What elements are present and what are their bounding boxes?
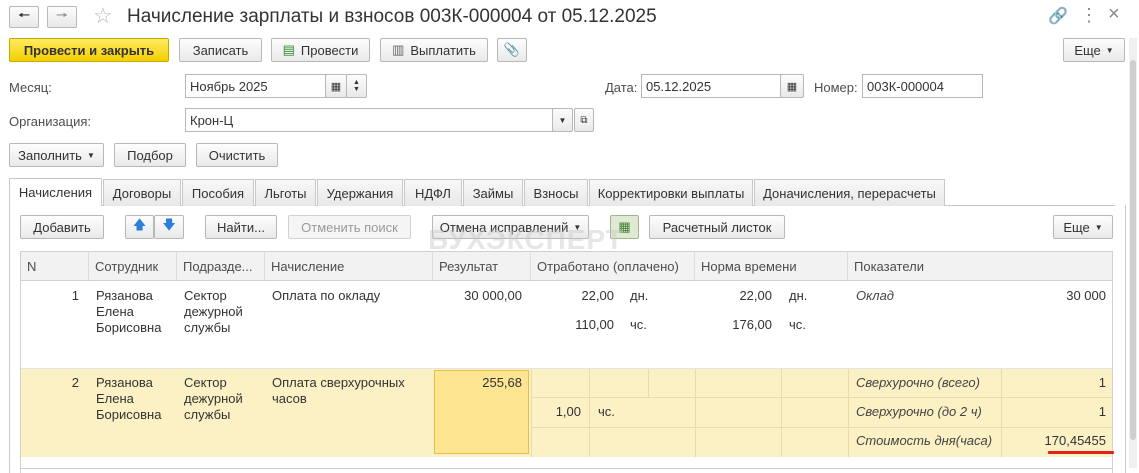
organization-dropdown-button[interactable]: ▼ [552,108,573,132]
tab-ndfl[interactable]: НДФЛ [404,179,462,206]
window-title: Начисление зарплаты и взносов 003К-00000… [127,6,657,27]
more-button[interactable]: Еще ▼ [1063,38,1125,62]
number-field[interactable]: 003К-000004 [862,74,983,98]
tab-accruals[interactable]: Начисления [9,178,102,206]
norm-days-unit: дн. [789,288,808,303]
result-value: 255,68 [482,375,522,390]
indicator-name: Стоимость дня(часа) [856,433,993,448]
select-button[interactable]: Подбор [114,143,186,167]
save-button[interactable]: Записать [179,38,262,62]
month-stepper[interactable]: ▲ ▼ [346,74,367,98]
payslip-button[interactable]: Расчетный листок [649,215,785,239]
favorite-star-icon[interactable]: ☆ [93,3,113,29]
date-calendar-button[interactable]: ▦ [780,74,804,98]
tab-contributions[interactable]: Взносы [524,179,588,206]
arrow-up-icon: 🡅 [132,217,147,232]
month-calendar-button[interactable]: ▦ [325,74,347,98]
date-label: Дата: [605,80,638,95]
worked-hours-unit: чс. [598,404,615,419]
indicator-value: 30 000 [1066,288,1106,303]
worked-days: 22,00 [581,288,614,303]
tab-payment-corrections[interactable]: Корректировки выплаты [589,179,753,206]
worked-days-unit: дн. [630,288,649,303]
number-label: Номер: [814,80,858,95]
col-employee[interactable]: Сотрудник [89,251,177,281]
post-and-close-button[interactable]: Провести и закрыть [9,38,169,62]
document-icon: ▥ [392,42,405,57]
department: Сектор дежурной службы [184,375,243,422]
tab-privileges[interactable]: Льготы [255,179,316,206]
highlight-underline [1048,451,1114,454]
tab-deductions[interactable]: Удержания [317,179,403,206]
employee-name: Рязанова Елена Борисовна [96,375,162,422]
result-value: 30 000,00 [464,288,522,303]
row-number: 1 [71,288,79,303]
col-norm[interactable]: Норма времени [695,251,848,281]
indicator-value: 1 [1098,404,1106,419]
indicator-name: Оклад [856,288,894,303]
table-more-button[interactable]: Еще ▼ [1053,215,1113,239]
date-field[interactable]: 05.12.2025 [641,74,781,98]
indicator-name: Сверхурочно (до 2 ч) [856,404,982,419]
col-accrual[interactable]: Начисление [265,251,433,281]
organization-label: Организация: [9,114,92,129]
move-down-button[interactable]: 🡇 [154,215,184,239]
pay-button[interactable]: ▥ Выплатить [380,38,488,62]
scrollbar[interactable] [1129,38,1137,468]
indicator-name: Сверхурочно (всего) [856,375,980,390]
worked-hours-unit: чс. [630,317,647,332]
indicator-value: 170,45455 [1044,433,1106,448]
fill-button[interactable]: Заполнить ▼ [9,143,104,167]
organization-field[interactable]: Крон-Ц [185,108,553,132]
col-n[interactable]: N [21,251,89,281]
tab-additional-accruals[interactable]: Доначисления, перерасчеты [754,179,945,206]
chevron-down-icon: ▼ [86,150,95,160]
cancel-search-button[interactable]: Отменить поиск [288,215,411,239]
back-button[interactable]: 🠔 [9,6,39,28]
month-field[interactable]: Ноябрь 2025 [185,74,326,98]
norm-hours-unit: чс. [789,317,806,332]
col-worked[interactable]: Отработано (оплачено) [531,251,695,281]
link-icon[interactable]: 🔗 [1048,6,1068,26]
chevron-down-icon: ▼ [1094,222,1103,232]
tab-benefits[interactable]: Пособия [182,179,254,206]
norm-days: 22,00 [739,288,772,303]
paperclip-icon: 📎 [503,42,521,57]
tab-contracts[interactable]: Договоры [103,179,181,206]
accrual-type: Оплата по окладу [272,288,381,303]
accrual-type: Оплата сверхурочных часов [272,375,405,406]
find-button[interactable]: Найти... [205,215,277,239]
tab-loans[interactable]: Займы [463,179,523,206]
indicator-value: 1 [1098,375,1106,390]
col-department[interactable]: Подразде... [177,251,265,281]
more-vertical-icon[interactable]: ⋮ [1080,5,1098,26]
month-label: Месяц: [9,80,52,95]
col-indicators[interactable]: Показатели [848,251,1112,281]
worked-hours: 110,00 [575,317,614,332]
chevron-down-icon: ▼ [1105,45,1114,55]
clear-button[interactable]: Очистить [196,143,278,167]
move-up-button[interactable]: 🡅 [125,215,154,239]
add-row-button[interactable]: Добавить [20,215,104,239]
department: Сектор дежурной службы [184,288,243,335]
norm-hours: 176,00 [732,317,772,332]
close-icon[interactable]: × [1108,3,1120,26]
post-button[interactable]: ▤ Провести [271,38,370,62]
attach-button[interactable]: 📎 [497,38,527,62]
worked-hours: 1,00 [555,404,581,419]
post-icon: ▤ [282,42,295,57]
arrow-down-icon: 🡇 [162,217,176,232]
forward-button[interactable]: 🠖 [47,6,77,28]
employee-name: Рязанова Елена Борисовна [96,288,162,335]
row-number: 2 [71,375,79,390]
col-result[interactable]: Результат [433,251,531,281]
organization-open-button[interactable]: ⧉ [574,108,594,132]
